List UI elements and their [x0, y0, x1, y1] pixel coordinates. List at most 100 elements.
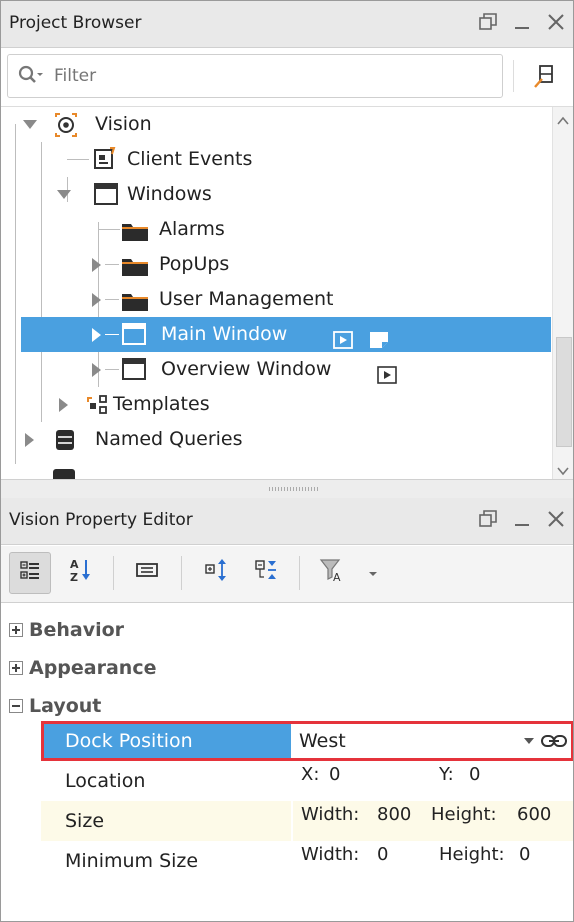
- database-icon: [53, 428, 77, 464]
- size-width-label: Width:: [301, 804, 360, 825]
- filter-icon: A: [319, 557, 347, 587]
- tree-item-user-management[interactable]: User Management: [1, 282, 551, 317]
- location-x-label: X:: [301, 764, 320, 785]
- chevron-down-icon[interactable]: [523, 721, 535, 761]
- tree-guide: [105, 299, 119, 300]
- tree-item-templates[interactable]: Templates: [1, 387, 551, 422]
- filter-box[interactable]: [7, 54, 503, 98]
- minimize-icon[interactable]: [513, 13, 531, 36]
- chevron-up-icon[interactable]: [557, 111, 569, 130]
- tree-item-overview-window[interactable]: Overview Window: [1, 352, 551, 387]
- tree-item-vision[interactable]: Vision: [1, 107, 551, 142]
- expand-icon[interactable]: [9, 661, 23, 675]
- tree-item-alarms[interactable]: Alarms: [1, 212, 551, 247]
- category-layout[interactable]: Layout: [1, 687, 573, 725]
- property-name: Location: [65, 770, 146, 792]
- toolbar-separator: [299, 556, 300, 590]
- database-icon: [53, 469, 75, 479]
- close-icon[interactable]: [547, 510, 565, 533]
- svg-text:Z: Z: [70, 571, 78, 583]
- filter-separator: [513, 60, 514, 92]
- tree-item-label: Overview Window: [161, 358, 332, 380]
- categorized-view-button[interactable]: [9, 552, 51, 594]
- filter-dropdown-button[interactable]: [361, 552, 385, 592]
- minimum-height-label: Height:: [439, 844, 505, 865]
- chevron-down-icon: [368, 563, 378, 582]
- collapse-all-button[interactable]: [247, 552, 287, 592]
- project-browser-header: Project Browser: [1, 1, 573, 48]
- tree-item-label: Windows: [127, 183, 212, 205]
- tree-item-named-queries[interactable]: Named Queries: [1, 422, 551, 457]
- expand-all-button[interactable]: [197, 552, 237, 592]
- close-icon[interactable]: [547, 13, 565, 36]
- card-icon: [135, 560, 159, 584]
- size-height-value[interactable]: 600: [517, 795, 551, 835]
- chevron-right-icon[interactable]: [92, 328, 101, 342]
- panel-splitter[interactable]: [1, 479, 573, 499]
- scrollbar-thumb[interactable]: [556, 337, 572, 447]
- property-name: Minimum Size: [65, 850, 199, 872]
- project-tree: Vision Client Events Windows Alarms PopU…: [1, 107, 551, 479]
- chevron-down-icon[interactable]: [557, 461, 569, 480]
- toolbar-separator: [113, 556, 114, 590]
- minimize-icon[interactable]: [513, 510, 531, 533]
- minimum-width-value[interactable]: 0: [377, 835, 388, 875]
- tree-item-windows[interactable]: Windows: [1, 177, 551, 212]
- tree-item-label: Client Events: [127, 148, 253, 170]
- property-card-button[interactable]: [127, 552, 167, 592]
- tree-item-label: Templates: [113, 393, 210, 415]
- tree-item-label: User Management: [159, 288, 334, 310]
- chevron-right-icon[interactable]: [92, 258, 101, 272]
- tree-guide: [98, 229, 120, 230]
- size-width-value[interactable]: 800: [377, 795, 411, 835]
- minimum-height-value[interactable]: 0: [519, 835, 530, 875]
- restore-icon[interactable]: [479, 12, 497, 36]
- splitter-grip[interactable]: [269, 487, 319, 491]
- filter-properties-button[interactable]: A: [313, 552, 353, 592]
- collapse-icon[interactable]: [9, 699, 23, 713]
- location-x-value[interactable]: 0: [329, 755, 340, 795]
- category-behavior[interactable]: Behavior: [1, 611, 573, 649]
- tree-guide: [105, 369, 119, 370]
- sort-az-icon: AZ: [69, 557, 93, 587]
- search-icon[interactable]: [18, 65, 43, 87]
- tree-scrollbar[interactable]: [552, 107, 573, 479]
- filter-input[interactable]: [52, 63, 486, 89]
- property-value[interactable]: Width: 0 Height: 0: [293, 841, 573, 881]
- link-icon[interactable]: [541, 721, 567, 761]
- category-label: Appearance: [29, 657, 157, 679]
- chevron-right-icon[interactable]: [92, 363, 101, 377]
- tree-item-popups[interactable]: PopUps: [1, 247, 551, 282]
- tree-item-label: Vision: [95, 113, 152, 135]
- collapse-icon: [254, 558, 280, 586]
- chevron-down-icon[interactable]: [57, 190, 71, 199]
- tree-guide: [105, 334, 119, 335]
- location-y-label: Y:: [439, 764, 454, 785]
- project-browser-window-buttons: [479, 7, 565, 41]
- chevron-down-icon[interactable]: [23, 120, 37, 129]
- tree-item-main-window[interactable]: Main Window: [21, 317, 551, 352]
- minimum-width-label: Width:: [301, 844, 360, 865]
- property-row-minimum-size[interactable]: Minimum Size Width: 0 Height: 0: [41, 841, 573, 881]
- chevron-right-icon[interactable]: [25, 433, 34, 447]
- designer-panel: Project Browser Filter Vision Client Eve…: [0, 0, 574, 922]
- property-editor-header: Vision Property Editor: [1, 498, 573, 545]
- tree-item-label: Named Queries: [95, 428, 243, 450]
- categorized-icon: [19, 560, 41, 586]
- filter-row: [1, 48, 573, 107]
- chevron-right-icon[interactable]: [59, 398, 68, 412]
- property-editor-window-buttons: [479, 504, 565, 538]
- category-appearance[interactable]: Appearance: [1, 649, 573, 687]
- sort-alphabetical-button[interactable]: AZ: [61, 552, 101, 592]
- expand-icon[interactable]: [9, 623, 23, 637]
- property-table: Behavior Appearance Layout Dock Position…: [1, 603, 573, 921]
- category-label: Behavior: [29, 619, 125, 641]
- tree-item-label: Alarms: [159, 218, 225, 240]
- location-y-value[interactable]: 0: [469, 755, 480, 795]
- restore-icon[interactable]: [479, 509, 497, 533]
- pin-icon[interactable]: [531, 62, 559, 90]
- property-name: Size: [41, 801, 291, 841]
- svg-text:A: A: [333, 571, 341, 583]
- tree-item-client-events[interactable]: Client Events: [1, 142, 551, 177]
- chevron-right-icon[interactable]: [92, 293, 101, 307]
